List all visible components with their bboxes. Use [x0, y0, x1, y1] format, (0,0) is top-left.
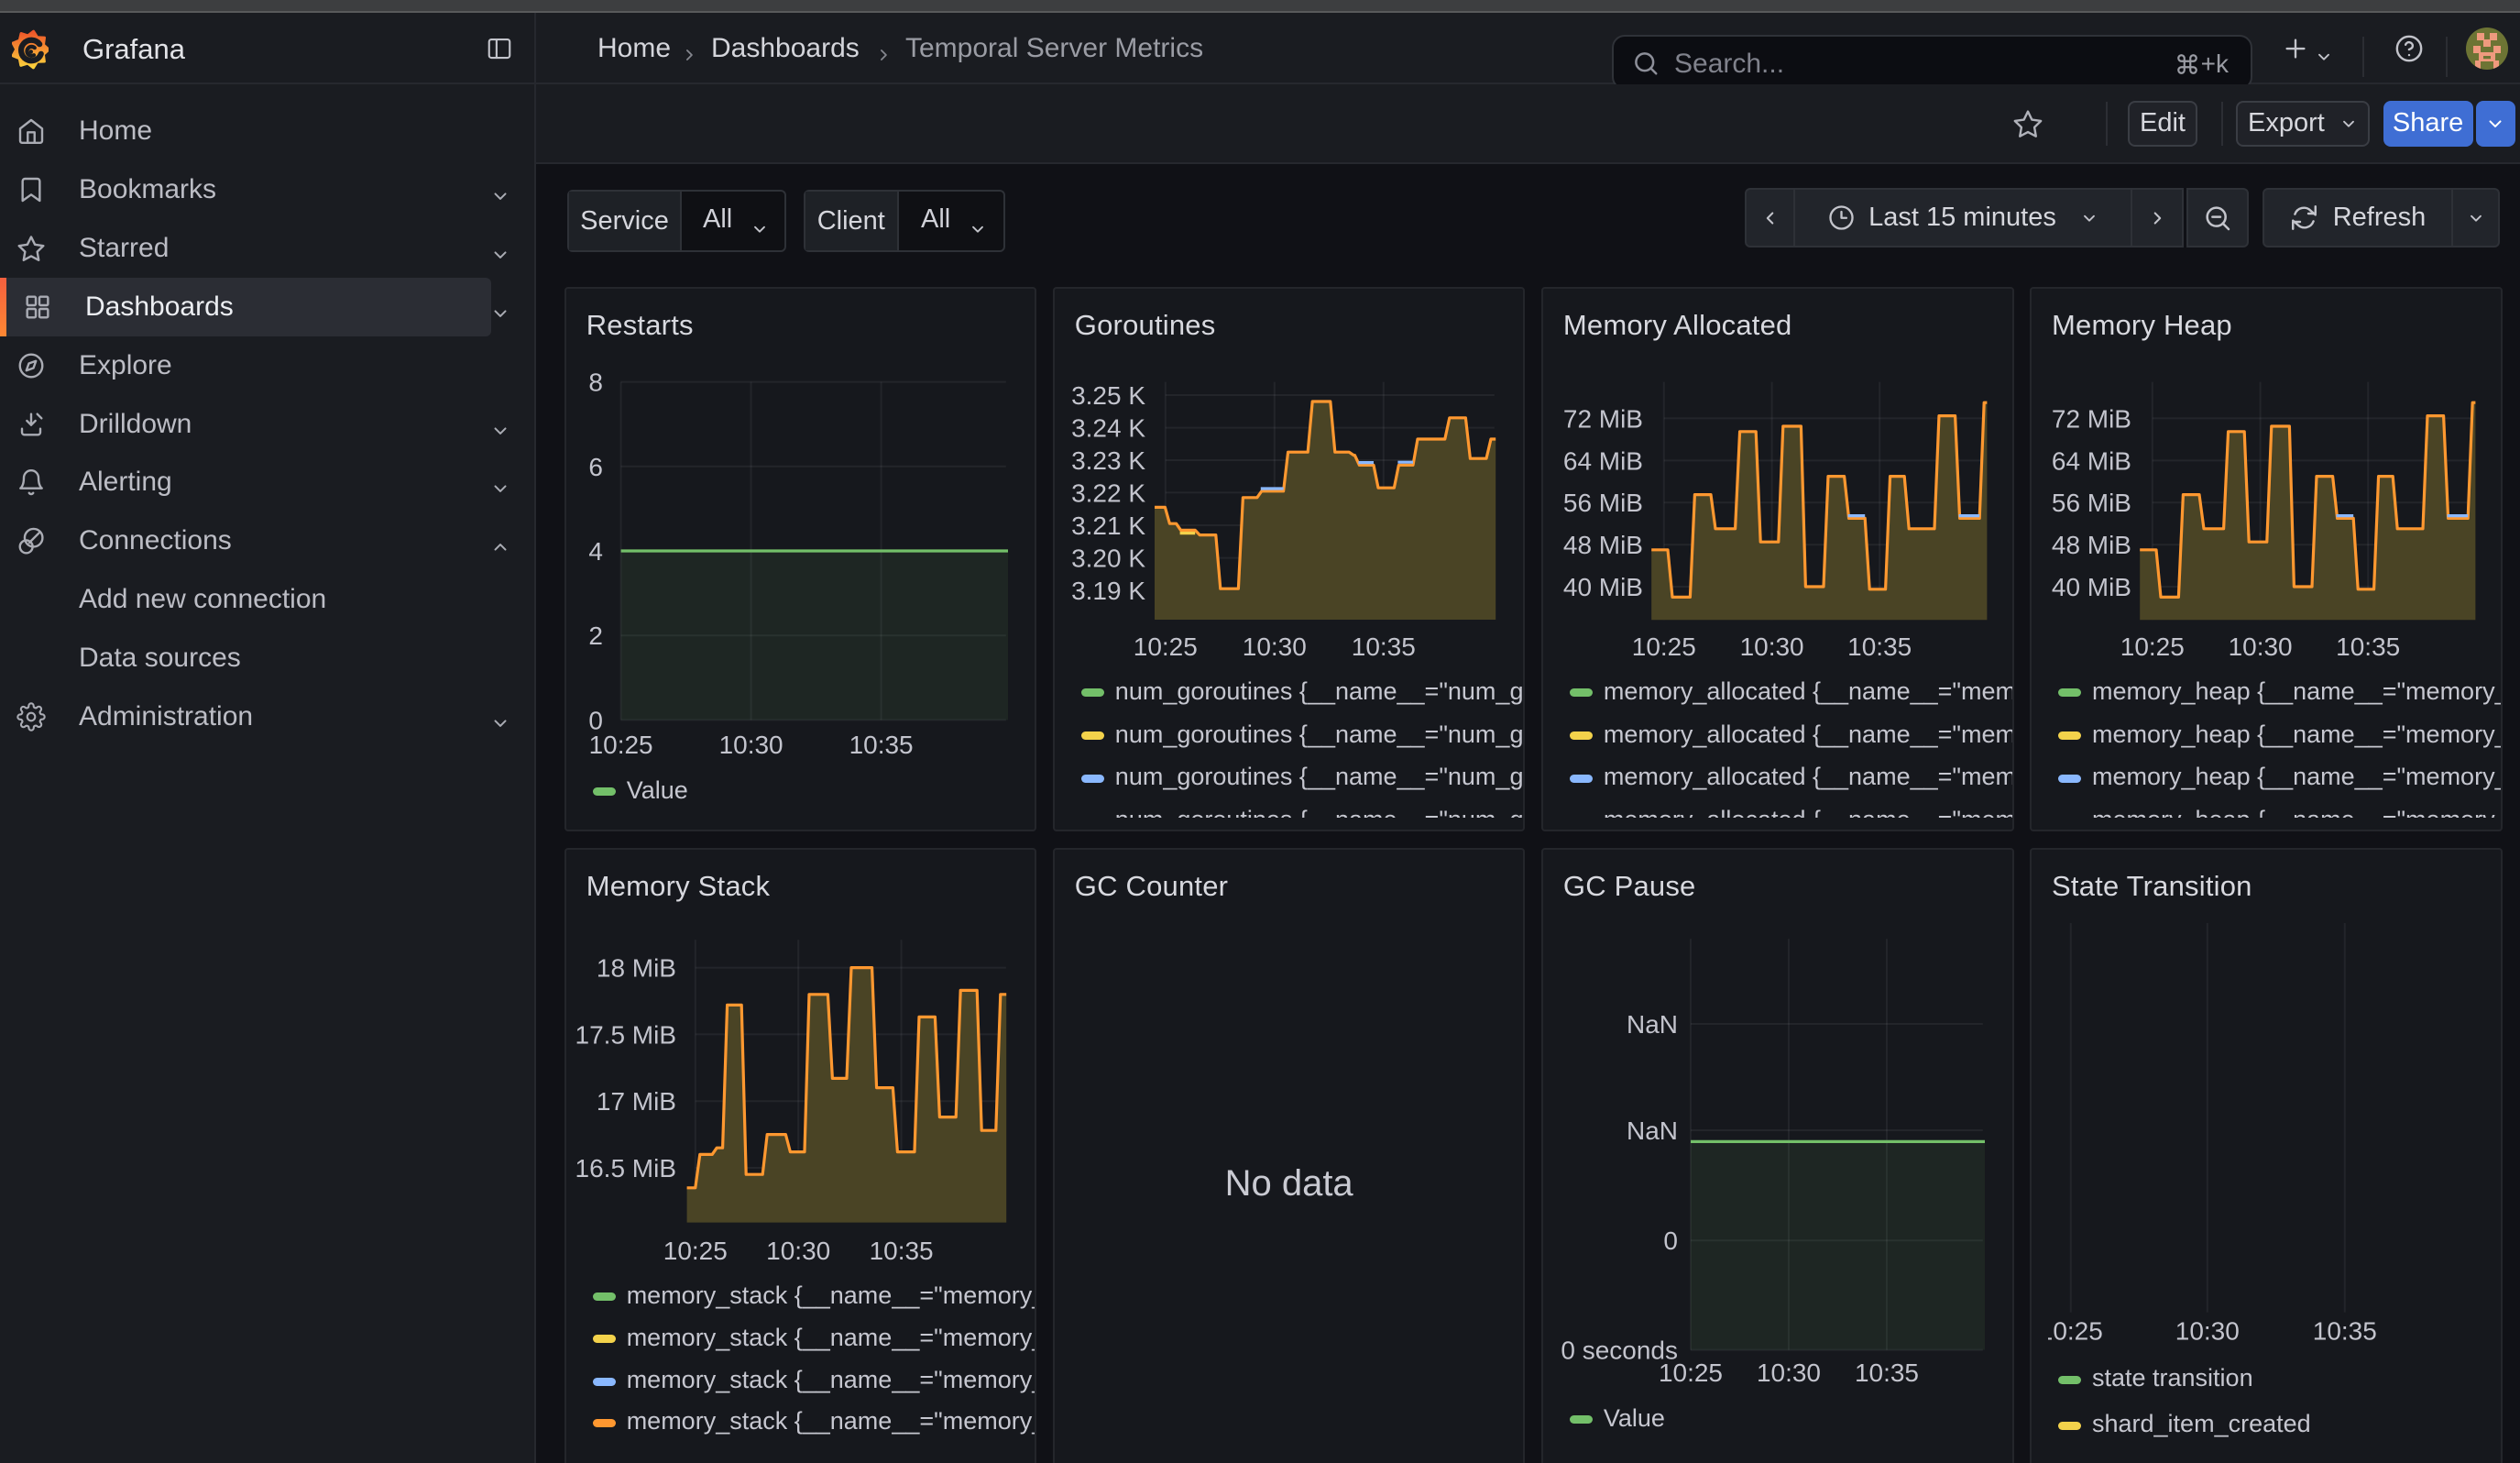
svg-text:10:25: 10:25	[2039, 1317, 2103, 1346]
svg-text:10:30: 10:30	[2175, 1317, 2240, 1346]
svg-text:10:35: 10:35	[2313, 1317, 2377, 1346]
